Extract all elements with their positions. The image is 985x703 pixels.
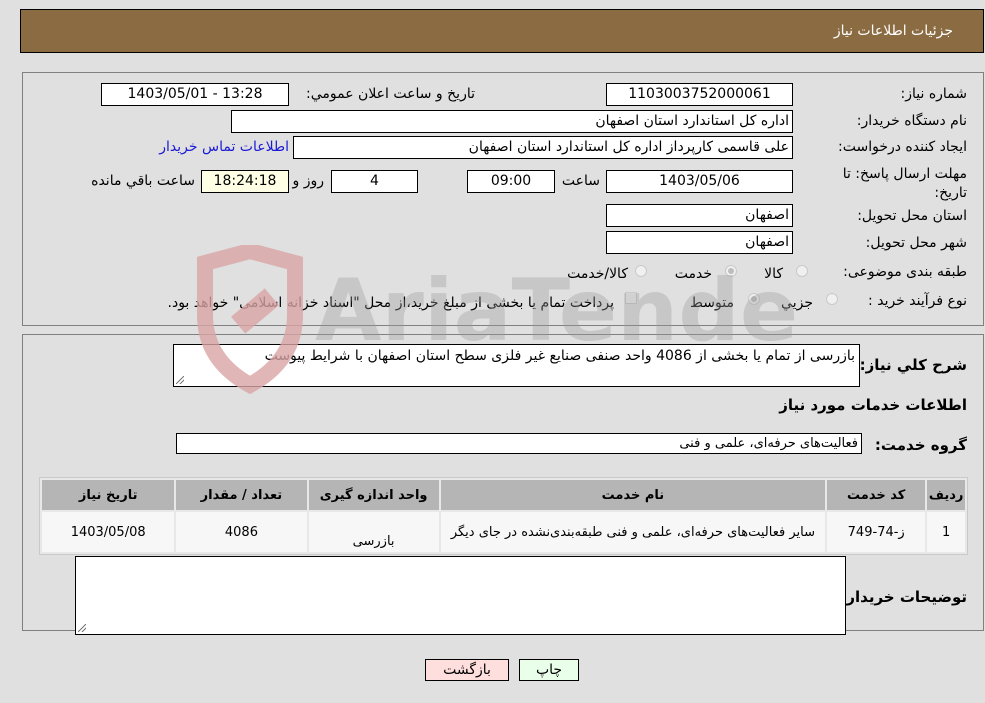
back-button[interactable]: بازگشت [425,659,509,681]
treasury-note: پرداخت تمام یا بخشی از مبلغ خرید،از محل … [167,295,614,311]
resize-grip-icon[interactable] [176,376,184,384]
resize-grip-icon[interactable] [78,624,86,632]
cell-service-name: سایر فعالیت‌های حرفه‌ای، علمی و فنی طبقه… [440,512,826,552]
col-unit: واحد اندازه گیری [308,480,439,510]
purchase-type-label: نوع فرآیند خرید : [868,293,967,309]
table-header-row: ردیف کد خدمت نام خدمت واحد اندازه گیری ت… [42,480,965,510]
need-number-label: شماره نیاز: [900,86,968,102]
cell-need-date: 1403/05/08 [42,512,175,552]
col-row-number: ردیف [927,480,965,510]
category-option-goods-service: کالا/خدمت [567,266,628,282]
buyer-contact-link[interactable]: اطلاعات تماس خریدار [159,139,289,155]
purchase-radio-medium[interactable] [748,293,760,305]
deadline-time-label: ساعت [561,173,600,189]
table-row: 1 ز-74-749 سایر فعالیت‌های حرفه‌ای، علمی… [42,512,965,552]
category-radio-goods-service[interactable] [635,265,647,277]
delivery-city-field[interactable]: اصفهان [606,231,793,254]
buyer-notes-label: توضیحات خریدار: [840,588,967,606]
page-title: جزئیات اطلاعات نیاز [833,23,953,39]
col-quantity: تعداد / مقدار [176,480,307,510]
delivery-province-label: استان محل تحویل: [857,208,967,224]
deadline-label: مهلت ارسال پاسخ: تا تاریخ: [842,166,967,201]
delivery-province-field[interactable]: اصفهان [606,204,793,227]
announce-datetime-label: تاریخ و ساعت اعلان عمومي: [306,86,475,102]
announce-datetime-field[interactable]: 1403/05/01 - 13:28 [101,83,289,106]
purchase-option-medium: متوسط [690,295,734,311]
category-option-service: خدمت [674,266,712,282]
service-group-field[interactable]: فعالیت‌های حرفه‌ای، علمی و فنی [176,433,862,454]
buyer-notes-textarea[interactable] [75,556,846,635]
page-header: جزئیات اطلاعات نیاز [20,9,984,53]
services-table: ردیف کد خدمت نام خدمت واحد اندازه گیری ت… [39,477,968,555]
col-need-date: تاریخ نیاز [42,480,175,510]
days-label: روز و [292,173,325,189]
delivery-city-label: شهر محل تحویل: [865,235,967,251]
deadline-time-field[interactable]: 09:00 [467,170,555,193]
col-service-code: کد خدمت [827,480,926,510]
need-number-field[interactable]: 1103003752000061 [606,83,793,106]
cell-quantity: 4086 [176,512,307,552]
description-textarea[interactable]: بازرسی از تمام یا بخشی از 4086 واحد صنفی… [173,344,860,387]
requester-label: ایجاد کننده درخواست: [838,139,967,155]
service-group-label: گروه خدمت: [874,436,967,454]
purchase-option-minor: جزیي [781,295,813,311]
cell-service-code: ز-74-749 [827,512,926,552]
cell-unit: بازرسی [308,512,439,552]
buyer-org-label: نام دستگاه خریدار: [856,113,967,129]
treasury-checkbox[interactable] [625,292,637,304]
purchase-radio-minor[interactable] [826,293,838,305]
description-text: بازرسی از تمام یا بخشی از 4086 واحد صنفی… [264,348,855,364]
category-label: طبقه بندی موضوعی: [843,264,967,280]
print-button[interactable]: چاپ [519,659,579,681]
category-option-goods: کالا [764,266,783,282]
remaining-time-label: ساعت باقي مانده [91,173,195,189]
deadline-days-field[interactable]: 4 [331,170,418,193]
cell-row-number: 1 [927,512,965,552]
category-radio-goods[interactable] [796,265,808,277]
buyer-org-field[interactable]: اداره کل استاندارد استان اصفهان [231,110,793,133]
description-label: شرح کلي نیاز: [859,356,967,374]
deadline-date-field[interactable]: 1403/05/06 [606,170,793,193]
category-radio-service[interactable] [725,265,737,277]
services-section-title: اطلاعات خدمات مورد نیاز [779,396,967,414]
remaining-time-field: 18:24:18 [201,170,289,193]
col-service-name: نام خدمت [440,480,826,510]
requester-field[interactable]: علی قاسمی کارپرداز اداره کل استاندارد اس… [293,136,793,159]
